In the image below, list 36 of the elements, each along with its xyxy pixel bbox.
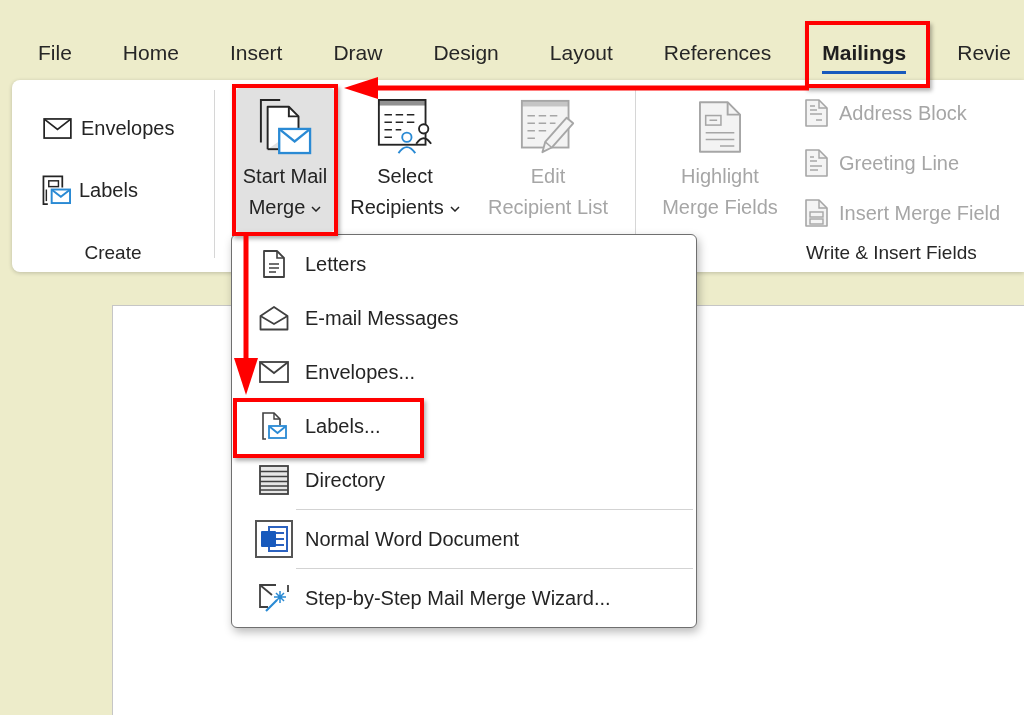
document-tile-icon <box>254 520 293 558</box>
ribbon-tab[interactable]: File <box>38 38 72 74</box>
menu-item[interactable]: E-mail Messages <box>232 291 696 345</box>
menu-item[interactable]: Labels... <box>232 399 696 453</box>
document-lines-icon <box>804 99 829 127</box>
menu-item[interactable]: Step-by-Step Mail Merge Wizard... <box>232 571 696 625</box>
document-fields-icon <box>804 199 829 227</box>
ribbon-button[interactable]: Labels <box>42 165 175 215</box>
envelope-wand-icon <box>257 583 290 613</box>
menu-item[interactable]: Normal Word Document <box>232 512 696 566</box>
menu-item[interactable]: Envelopes... <box>232 345 696 399</box>
group-label: Create <box>84 240 142 265</box>
ribbon-tab[interactable]: Design <box>433 38 499 74</box>
ribbon-tab[interactable]: References <box>663 38 772 74</box>
group-label: Write & Insert Fields <box>806 240 977 265</box>
ribbon-tab[interactable]: Home <box>122 38 179 74</box>
envelope-icon <box>258 361 289 383</box>
ribbon-tab[interactable]: Draw <box>333 38 383 74</box>
pages-envelope-icon <box>258 98 312 156</box>
document-icon <box>260 250 287 278</box>
document-icon <box>699 101 741 153</box>
ribbon-button[interactable]: Select Recipients <box>340 88 470 232</box>
document-envelope-icon <box>42 175 71 205</box>
document-envelope-icon <box>260 412 287 440</box>
table-people-icon <box>377 98 433 156</box>
table-pencil-icon <box>520 98 576 156</box>
ribbon-tab[interactable]: Layout <box>549 38 613 74</box>
menu-item[interactable]: Directory <box>232 453 696 507</box>
menu-item[interactable]: Letters <box>232 237 696 291</box>
list-rows-icon <box>258 465 289 495</box>
document-lines-icon <box>804 149 829 177</box>
ribbon-button[interactable]: Envelopes <box>42 103 175 153</box>
ribbon-tab[interactable]: Revie <box>957 38 1011 74</box>
open-envelope-icon <box>258 305 289 331</box>
envelope-icon <box>42 117 73 139</box>
ribbon-tab[interactable]: Insert <box>229 38 283 74</box>
